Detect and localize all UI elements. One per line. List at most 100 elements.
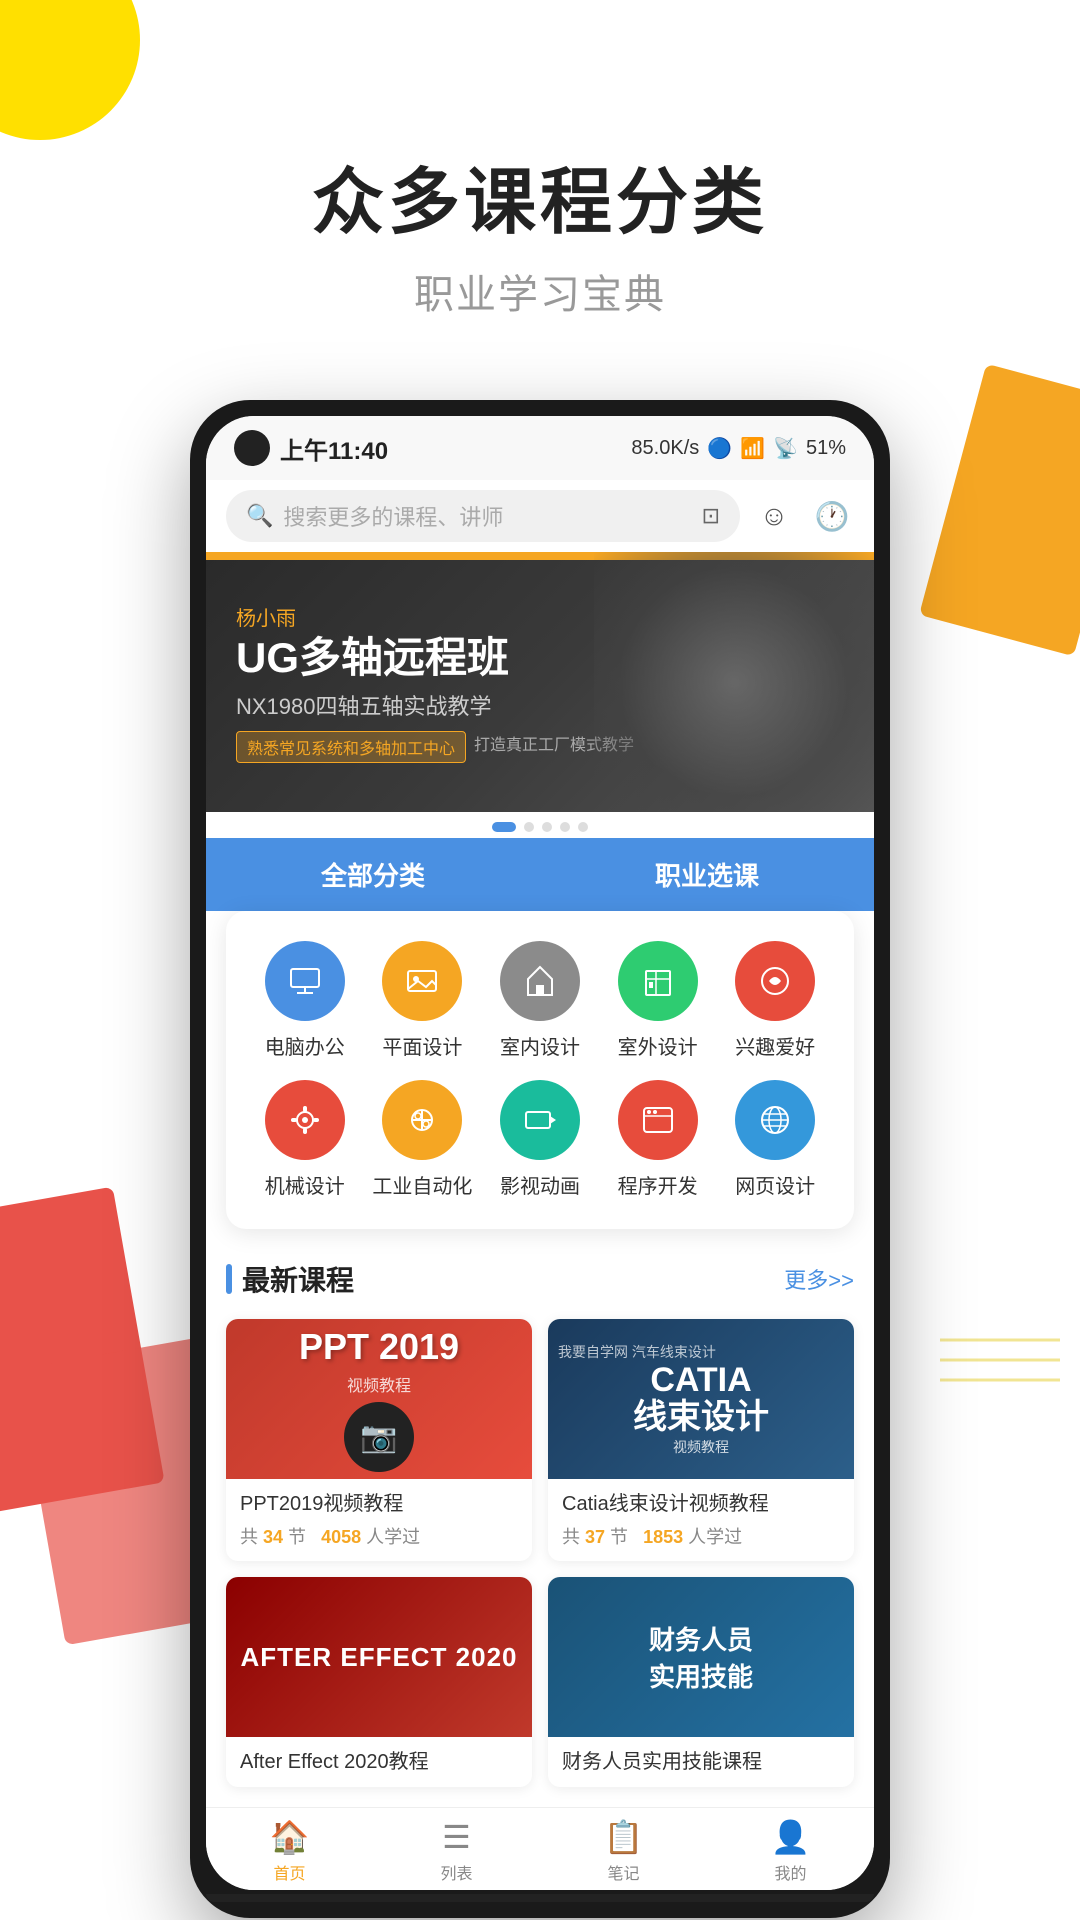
- banner-dots: [206, 812, 874, 838]
- status-time: 上午11:40: [280, 431, 388, 466]
- category-card: 电脑办公 平面设计: [226, 911, 854, 1229]
- phone-screen: 上午11:40 85.0K/s 🔵 📶 📡 51% 🔍 搜索更多的课程、讲师 ⊡: [206, 416, 874, 1890]
- category-item-interior-design[interactable]: 室内设计: [481, 941, 599, 1060]
- cat-icon-film: [500, 1080, 580, 1160]
- dot-3[interactable]: [542, 822, 552, 832]
- dot-2[interactable]: [524, 822, 534, 832]
- cat-label-interior-design: 室内设计: [500, 1031, 580, 1060]
- section-header: 最新课程 更多>>: [226, 1259, 854, 1299]
- status-bluetooth: 🔵: [707, 436, 732, 461]
- ppt-lessons: 34: [263, 1527, 283, 1547]
- category-item-outdoor-design[interactable]: 室外设计: [599, 941, 717, 1060]
- course-info-finance: 财务人员实用技能课程: [548, 1737, 854, 1787]
- notch-left: 上午11:40: [234, 430, 388, 466]
- history-icon[interactable]: 🕐: [810, 494, 854, 538]
- cat-icon-mechanical: [265, 1080, 345, 1160]
- banner-section: 杨小雨 UG多轴远程班 NX1980四轴五轴实战教学 熟悉常见系统和多轴加工中心…: [206, 552, 874, 838]
- scan-icon[interactable]: ⊡: [702, 503, 720, 529]
- cat-label-outdoor-design: 室外设计: [618, 1031, 698, 1060]
- category-item-computer-office[interactable]: 电脑办公: [246, 941, 364, 1060]
- course-name-ae2020: After Effect 2020教程: [240, 1749, 518, 1775]
- cat-icon-graphic-design: [382, 941, 462, 1021]
- catia-lessons: 37: [585, 1527, 605, 1547]
- status-signal: 📶: [740, 436, 765, 461]
- cat-label-industrial: 工业自动化: [372, 1170, 472, 1199]
- all-categories-button[interactable]: 全部分类: [206, 838, 540, 911]
- search-box[interactable]: 🔍 搜索更多的课程、讲师 ⊡: [226, 490, 740, 542]
- category-item-industrial[interactable]: 工业自动化: [364, 1080, 482, 1199]
- course-grid: PPT 2019 视频教程 📷 PPT2019视频教程 共 34 节 4058 …: [226, 1319, 854, 1787]
- dot-5[interactable]: [578, 822, 588, 832]
- camera-dot: [234, 430, 270, 466]
- cat-label-film: 影视动画: [500, 1170, 580, 1199]
- category-item-hobby[interactable]: 兴趣爱好: [716, 941, 834, 1060]
- latest-section: 最新课程 更多>> PPT 2019 视频教程 📷 PPT2019视频教程: [206, 1229, 874, 1807]
- catia-sub: 视频教程: [673, 1437, 729, 1457]
- cat-label-webdesign: 网页设计: [735, 1170, 815, 1199]
- nav-item-profile[interactable]: 👤 我的: [707, 1818, 874, 1884]
- status-bar: 上午11:40 85.0K/s 🔵 📶 📡 51%: [206, 416, 874, 480]
- notch-right: 85.0K/s 🔵 📶 📡 51%: [631, 436, 846, 461]
- course-name-catia: Catia线束设计视频教程: [562, 1491, 840, 1517]
- notes-icon: 📋: [604, 1818, 644, 1856]
- course-thumb-finance: 财务人员实用技能: [548, 1577, 854, 1737]
- cat-label-programming: 程序开发: [618, 1170, 698, 1199]
- nav-label-list: 列表: [440, 1860, 472, 1884]
- ae-title: AFTER EFFECT 2020: [240, 1642, 517, 1673]
- smiley-icon[interactable]: ☺: [752, 494, 796, 538]
- nav-item-list[interactable]: ☰ 列表: [373, 1818, 540, 1884]
- course-info-ae2020: After Effect 2020教程: [226, 1737, 532, 1787]
- nav-item-home[interactable]: 🏠 首页: [206, 1818, 373, 1884]
- category-item-graphic-design[interactable]: 平面设计: [364, 941, 482, 1060]
- category-grid: 电脑办公 平面设计: [246, 941, 834, 1199]
- search-placeholder: 搜索更多的课程、讲师: [283, 500, 503, 532]
- course-meta-catia: 共 37 节 1853 人学过: [562, 1523, 840, 1549]
- cat-label-computer-office: 电脑办公: [265, 1031, 345, 1060]
- cat-icon-outdoor-design: [618, 941, 698, 1021]
- cat-label-mechanical: 机械设计: [265, 1170, 345, 1199]
- career-courses-button[interactable]: 职业选课: [540, 838, 874, 911]
- cat-label-graphic-design: 平面设计: [382, 1031, 462, 1060]
- list-icon: ☰: [442, 1818, 471, 1856]
- category-item-webdesign[interactable]: 网页设计: [716, 1080, 834, 1199]
- main-title: 众多课程分类: [0, 160, 1080, 246]
- cat-icon-programming: [618, 1080, 698, 1160]
- nav-item-notes[interactable]: 📋 笔记: [540, 1818, 707, 1884]
- header-section: 众多课程分类 职业学习宝典: [0, 0, 1080, 360]
- ppt-camera-icon: 📷: [344, 1402, 414, 1472]
- section-title-bar: [226, 1264, 232, 1294]
- phone-container: 上午11:40 85.0K/s 🔵 📶 📡 51% 🔍 搜索更多的课程、讲师 ⊡: [0, 400, 1080, 1918]
- course-card-ae2020[interactable]: AFTER EFFECT 2020 After Effect 2020教程: [226, 1577, 532, 1787]
- dot-4[interactable]: [560, 822, 570, 832]
- bottom-nav: 🏠 首页 ☰ 列表 📋 笔记 👤 我的: [206, 1807, 874, 1890]
- banner-tag1: 熟悉常见系统和多轴加工中心: [236, 731, 466, 763]
- nav-label-notes: 笔记: [607, 1860, 639, 1884]
- catia-students: 1853: [643, 1527, 683, 1547]
- search-bar-row: 🔍 搜索更多的课程、讲师 ⊡ ☺ 🕐: [206, 480, 874, 552]
- category-item-mechanical[interactable]: 机械设计: [246, 1080, 364, 1199]
- cat-icon-industrial: [382, 1080, 462, 1160]
- course-card-finance[interactable]: 财务人员实用技能 财务人员实用技能课程: [548, 1577, 854, 1787]
- course-card-ppt2019[interactable]: PPT 2019 视频教程 📷 PPT2019视频教程 共 34 节 4058 …: [226, 1319, 532, 1561]
- phone-mockup: 上午11:40 85.0K/s 🔵 📶 📡 51% 🔍 搜索更多的课程、讲师 ⊡: [190, 400, 890, 1918]
- category-item-film[interactable]: 影视动画: [481, 1080, 599, 1199]
- dot-1[interactable]: [492, 822, 516, 832]
- section-title-row: 最新课程: [226, 1259, 354, 1299]
- course-card-catia[interactable]: 我要自学网 汽车线束设计 CATIA线束设计 视频教程 Catia线束设计视频教…: [548, 1319, 854, 1561]
- banner-bg-hex: [594, 552, 874, 812]
- category-item-programming[interactable]: 程序开发: [599, 1080, 717, 1199]
- search-action-icons: ☺ 🕐: [752, 494, 854, 538]
- banner-image[interactable]: 杨小雨 UG多轴远程班 NX1980四轴五轴实战教学 熟悉常见系统和多轴加工中心…: [206, 552, 874, 812]
- ppt-thumb-title: PPT 2019: [299, 1326, 459, 1368]
- section-title: 最新课程: [242, 1259, 354, 1299]
- search-icon: 🔍: [246, 503, 273, 529]
- course-name-finance: 财务人员实用技能课程: [562, 1749, 840, 1775]
- catia-brand: 我要自学网 汽车线束设计: [558, 1342, 716, 1362]
- course-thumb-ppt2019: PPT 2019 视频教程 📷: [226, 1319, 532, 1479]
- course-info-ppt2019: PPT2019视频教程 共 34 节 4058 人学过: [226, 1479, 532, 1561]
- nav-label-profile: 我的: [774, 1860, 806, 1884]
- ppt-thumb-sub: 视频教程: [347, 1372, 411, 1396]
- cat-icon-webdesign: [735, 1080, 815, 1160]
- cat-icon-interior-design: [500, 941, 580, 1021]
- more-link[interactable]: 更多>>: [784, 1263, 854, 1295]
